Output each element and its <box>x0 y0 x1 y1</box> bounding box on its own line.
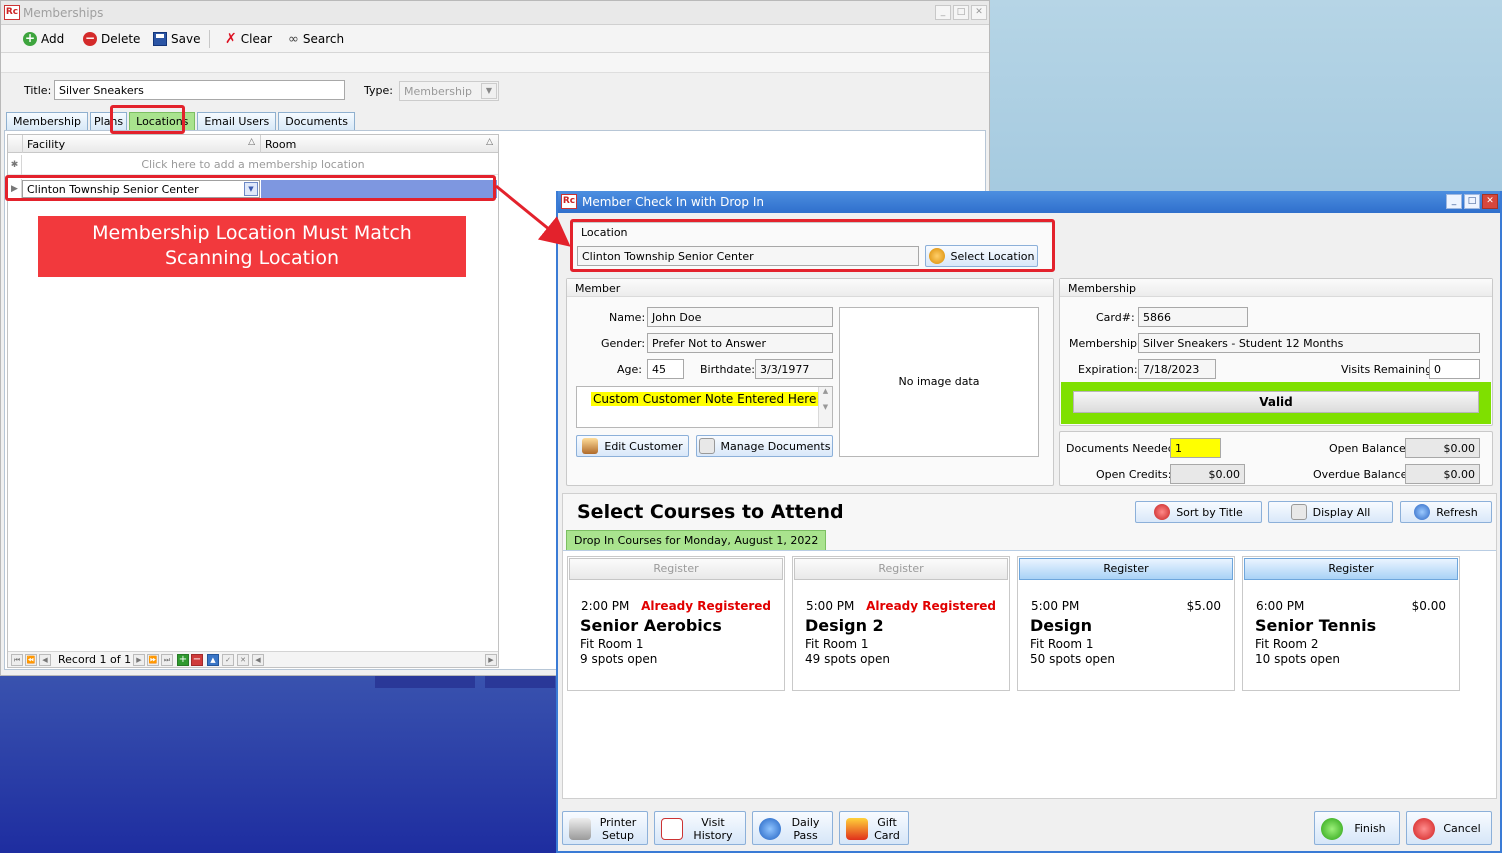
annotation-arrow <box>495 184 571 247</box>
